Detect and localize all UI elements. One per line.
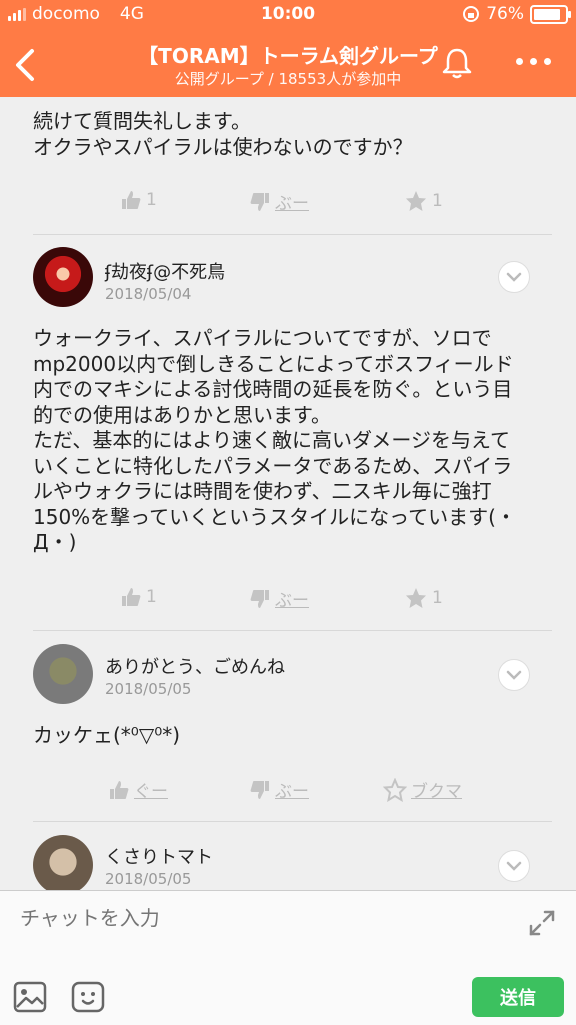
divider	[33, 234, 552, 235]
username[interactable]: くさりトマト	[105, 843, 213, 869]
star-outline-icon	[383, 777, 407, 802]
username[interactable]: ありがとう、ごめんね	[105, 653, 285, 679]
thumbs-down-icon	[250, 192, 269, 211]
bookmark-button[interactable]: ブクマ	[383, 777, 462, 802]
like-button[interactable]: 1	[120, 189, 157, 211]
message-actions: ぐー ぶー ブクマ	[0, 777, 576, 807]
group-title: 【TORAM】トーラム剣グループ	[138, 44, 438, 68]
image-icon[interactable]	[13, 981, 47, 1013]
message-actions: 1 ぶー 1	[0, 586, 576, 616]
chevron-down-icon	[506, 861, 522, 871]
rotation-lock-icon	[463, 6, 480, 22]
battery-percent: 76%	[486, 4, 524, 24]
thumbs-up-icon	[122, 191, 141, 209]
more-menu-icon[interactable]	[516, 58, 551, 65]
message-options-button[interactable]	[498, 659, 530, 691]
star-icon	[406, 588, 426, 608]
message-list[interactable]: 続けて質問失礼します。 オクラやスパイラルは使わないのですか？ 1 ぶー 1 ʄ…	[0, 97, 576, 890]
post-date: 2018/05/04	[105, 285, 192, 303]
chevron-down-icon	[506, 670, 522, 680]
username[interactable]: ʄ劫夜ʄ@不死鳥	[105, 258, 225, 284]
post-date: 2018/05/05	[105, 870, 192, 888]
group-subtitle: 公開グループ / 18553人が参加中	[174, 70, 402, 88]
avatar[interactable]	[33, 835, 93, 890]
avatar[interactable]	[33, 247, 93, 307]
divider	[33, 821, 552, 822]
star-button[interactable]: 1	[404, 189, 443, 213]
dislike-button[interactable]: ぶー	[249, 777, 309, 802]
thumbs-down-icon	[250, 780, 269, 799]
chat-input-bar: 送信	[0, 890, 576, 1025]
chevron-down-icon	[506, 272, 522, 282]
status-bar: docomo 4G 10:00 76%	[0, 0, 576, 30]
like-button[interactable]: 1	[120, 586, 157, 608]
chat-input[interactable]	[18, 905, 502, 931]
dislike-button[interactable]: ぶー	[249, 586, 309, 611]
star-button[interactable]: 1	[404, 586, 443, 610]
sticker-icon[interactable]	[71, 981, 105, 1013]
message-options-button[interactable]	[498, 261, 530, 293]
battery-info: 76%	[462, 4, 571, 24]
avatar[interactable]	[33, 644, 93, 704]
message-body: カッケェ(*⁰▽⁰*)	[33, 723, 181, 747]
thumbs-up-icon	[122, 588, 141, 606]
thumbs-up-icon	[110, 780, 129, 799]
battery-icon	[530, 4, 571, 24]
dislike-button[interactable]: ぶー	[249, 189, 309, 214]
message-options-button[interactable]	[498, 850, 530, 882]
message-body: ウォークライ、スパイラルについてですが、ソロで mp2000以内で倒しきることに…	[33, 326, 516, 554]
expand-icon[interactable]	[528, 909, 556, 937]
post-date: 2018/05/05	[105, 680, 192, 698]
thumbs-down-icon	[250, 589, 269, 608]
app-header: docomo 4G 10:00 76% 【TORAM】トーラム剣グループ 公開グ…	[0, 0, 576, 97]
send-button[interactable]: 送信	[472, 977, 564, 1017]
bell-icon[interactable]	[440, 46, 474, 80]
divider	[33, 630, 552, 631]
message-body: 続けて質問失礼します。 オクラやスパイラルは使わないのですか？	[33, 109, 413, 159]
message-actions: 1 ぶー 1	[0, 189, 576, 219]
like-button[interactable]: ぐー	[108, 777, 168, 802]
star-icon	[406, 191, 426, 211]
